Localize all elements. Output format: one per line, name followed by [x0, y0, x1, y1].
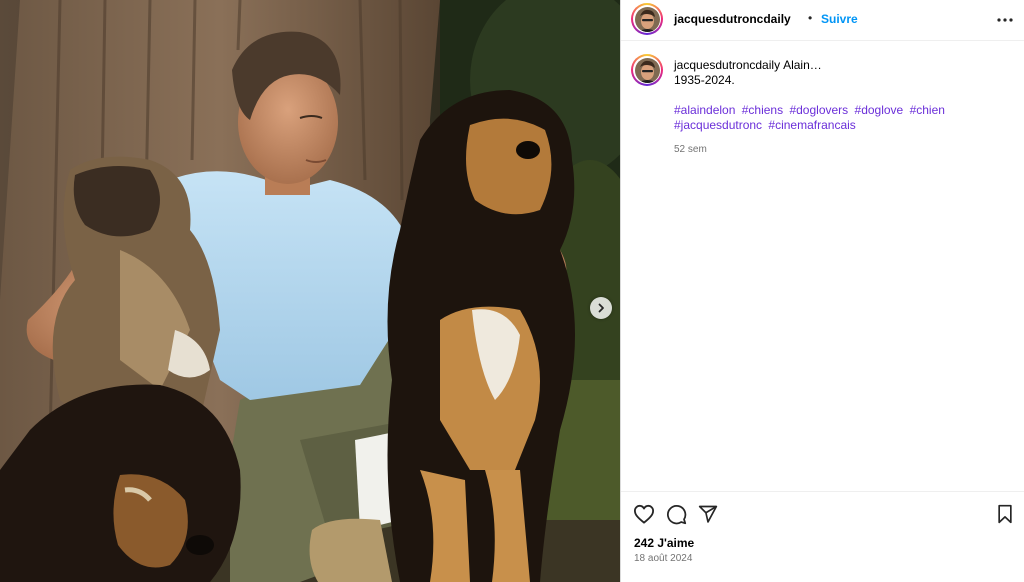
hashtag-link[interactable]: #doglovers	[789, 103, 848, 117]
more-options-button[interactable]	[995, 13, 1015, 27]
hashtag-link[interactable]: #chiens	[742, 103, 783, 117]
more-horizontal-icon	[997, 18, 1013, 22]
hashtag-link[interactable]: #doglove	[855, 103, 904, 117]
hashtag-link[interactable]: #cinemafrancais	[768, 118, 855, 132]
avatar-photo	[634, 6, 660, 32]
comment-button[interactable]	[664, 502, 688, 526]
share-icon	[698, 505, 718, 523]
post-media[interactable]	[0, 0, 620, 582]
post-header: jacquesdutroncdaily • Suivre	[621, 0, 1024, 41]
hashtag-list: #alaindelon #chiens #doglovers #doglove …	[674, 103, 1004, 133]
caption-line-1: Alain…	[783, 58, 822, 72]
chevron-right-icon	[598, 303, 604, 313]
post-photo	[0, 0, 620, 582]
hashtag-link[interactable]: #alaindelon	[674, 103, 735, 117]
caption-username[interactable]: jacquesdutroncdaily	[674, 58, 780, 72]
caption-text: jacquesdutroncdaily Alain… 1935-2024. #al…	[674, 58, 1004, 157]
hashtag-link[interactable]: #chien	[910, 103, 945, 117]
divider	[621, 491, 1024, 492]
comment-icon	[666, 504, 686, 524]
next-media-button[interactable]	[590, 297, 612, 319]
post-details-panel: jacquesdutroncdaily • Suivre jacquesdutr…	[620, 0, 1024, 582]
separator-dot: •	[808, 11, 813, 25]
like-button[interactable]	[632, 502, 656, 526]
likes-count[interactable]: 242 J'aime	[634, 536, 694, 550]
action-bar	[621, 502, 1024, 526]
post-date[interactable]: 18 août 2024	[634, 553, 692, 564]
caption-avatar[interactable]	[631, 54, 663, 86]
instagram-post: jacquesdutroncdaily • Suivre jacquesdutr…	[0, 0, 1024, 582]
author-avatar[interactable]	[631, 3, 663, 35]
share-button[interactable]	[696, 502, 720, 526]
follow-button[interactable]: Suivre	[821, 12, 858, 26]
heart-icon	[634, 504, 654, 524]
author-username[interactable]: jacquesdutroncdaily	[674, 12, 791, 26]
save-button[interactable]	[993, 502, 1017, 526]
caption-line-2: 1935-2024.	[674, 73, 735, 87]
bookmark-icon	[998, 504, 1012, 524]
avatar-photo	[634, 57, 660, 83]
caption-time-ago[interactable]: 52 sem	[674, 142, 1004, 157]
hashtag-link[interactable]: #jacquesdutronc	[674, 118, 762, 132]
